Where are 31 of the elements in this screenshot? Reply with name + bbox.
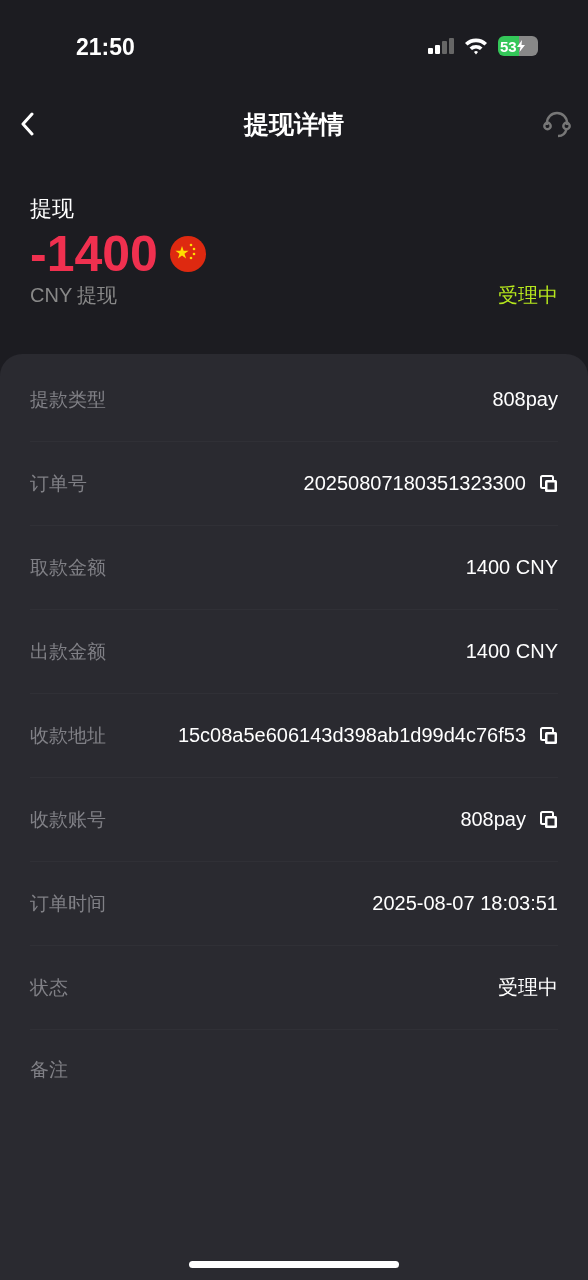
copy-icon[interactable] — [540, 726, 558, 745]
withdraw-label: 提现 — [30, 195, 75, 223]
detail-label: 取款金额 — [30, 555, 106, 580]
status-text: 受理中 — [498, 283, 558, 308]
battery-icon: 53 — [498, 36, 538, 56]
detail-label: 提款类型 — [30, 387, 106, 412]
wifi-icon — [464, 37, 488, 55]
signal-icon — [428, 38, 454, 54]
detail-value: 受理中 — [498, 975, 558, 1000]
detail-value: 1400 CNY — [465, 556, 558, 579]
amount: -1400 — [30, 226, 158, 282]
flag-icon — [169, 236, 206, 272]
currency-label: CNY 提现 — [30, 283, 118, 308]
detail-label: 订单号 — [30, 471, 87, 496]
status-time: 21:50 — [76, 34, 135, 61]
detail-value: 808pay — [460, 808, 526, 831]
detail-value: 1400 CNY — [465, 640, 558, 663]
detail-value: 2025-08-07 18:03:51 — [372, 892, 558, 915]
copy-icon[interactable] — [540, 474, 558, 493]
headset-icon[interactable] — [542, 109, 572, 139]
detail-label: 备注 — [30, 1058, 68, 1082]
detail-label: 收款账号 — [30, 807, 106, 832]
page-title: 提现详情 — [244, 108, 344, 140]
detail-label: 出款金额 — [30, 639, 106, 664]
detail-value: 808pay — [492, 388, 558, 411]
detail-value: 20250807180351323300 — [303, 472, 526, 495]
detail-value: 15c08a5e606143d398ab1d99d4c76f53 — [177, 724, 526, 747]
detail-label: 订单时间 — [30, 891, 106, 916]
detail-label: 收款地址 — [30, 723, 106, 748]
detail-label: 状态 — [30, 975, 68, 1000]
copy-icon[interactable] — [540, 810, 558, 829]
